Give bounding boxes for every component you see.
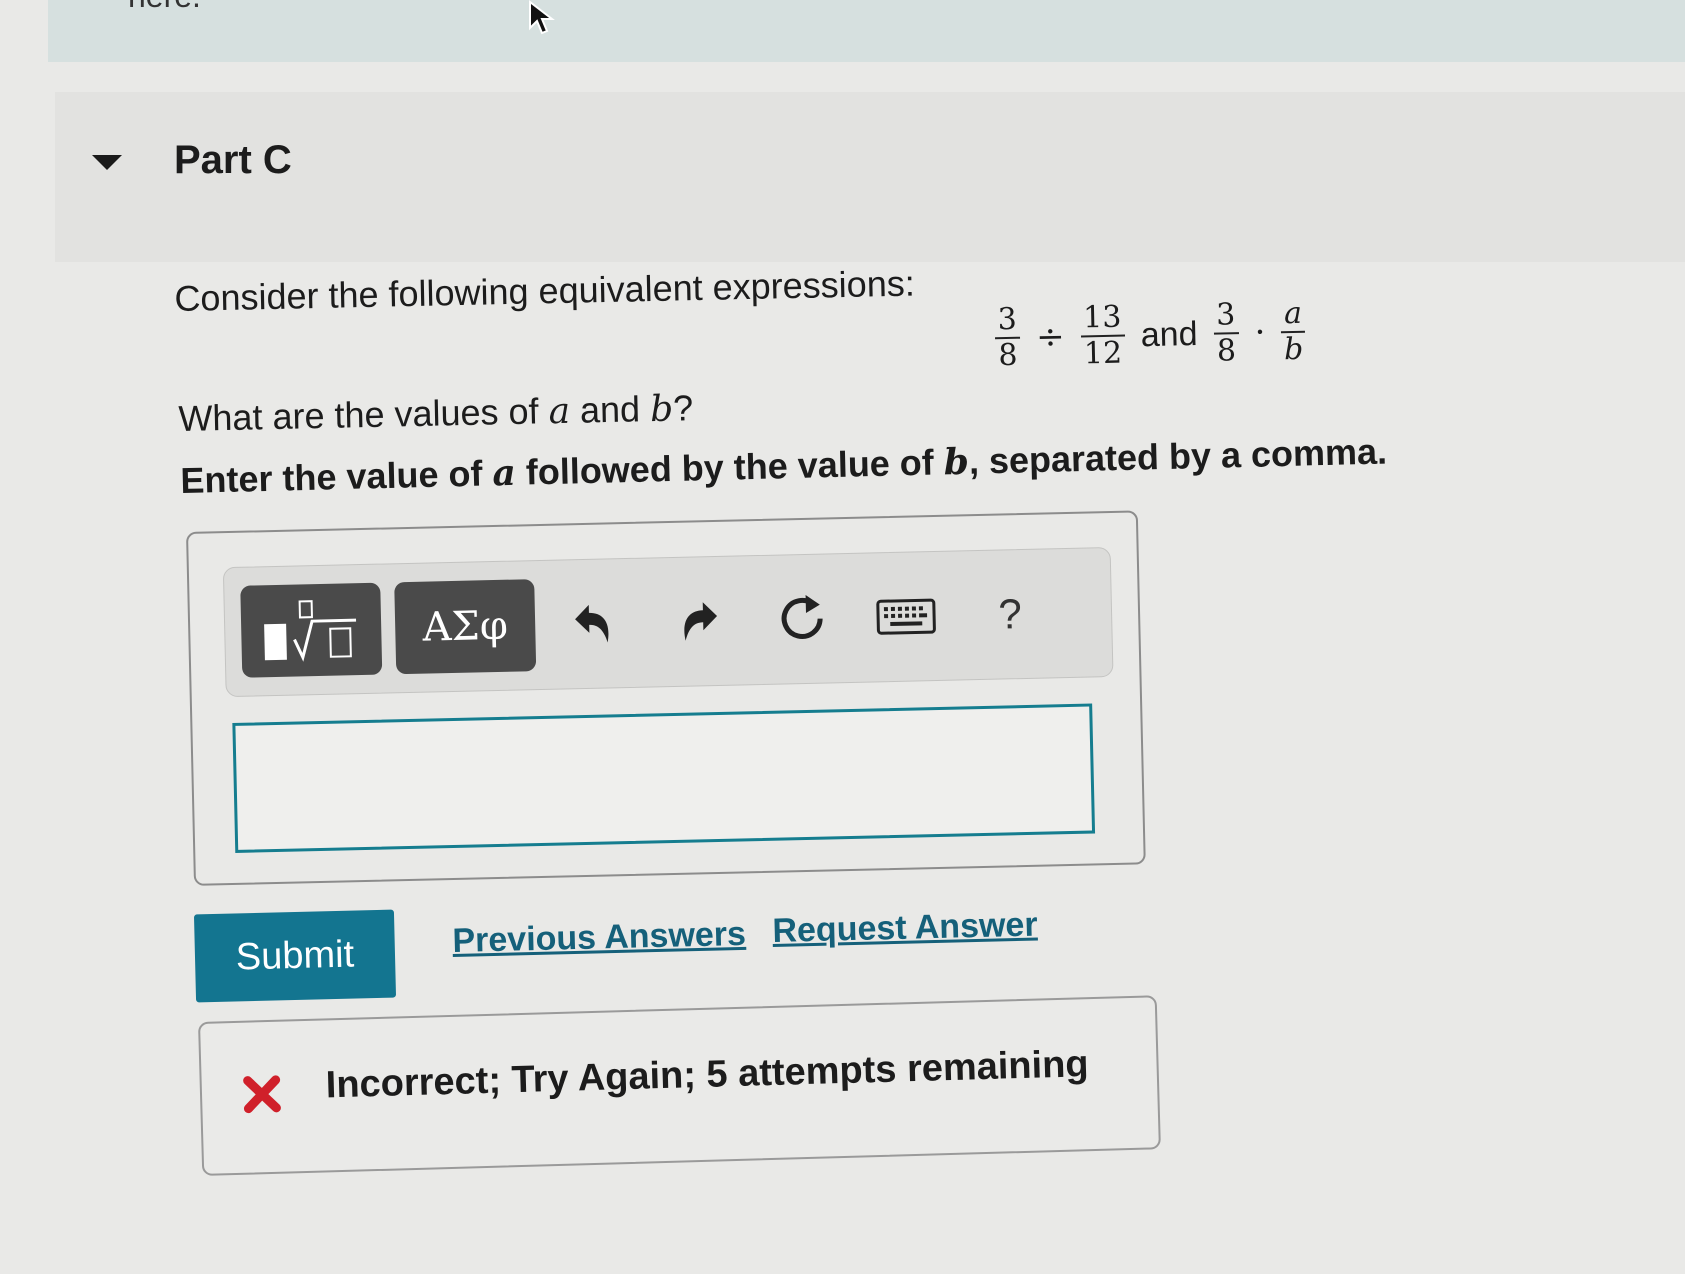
part-title[interactable]: Part C <box>174 138 292 183</box>
redo-icon <box>684 602 718 641</box>
conjunction: and <box>1140 314 1198 354</box>
undo-icon <box>575 604 609 643</box>
mouse-cursor-icon <box>529 0 555 35</box>
answer-panel: ΑΣφ ? <box>186 510 1146 886</box>
help-button[interactable]: ? <box>964 568 1056 660</box>
help-icon: ? <box>997 590 1023 638</box>
feedback-panel: Incorrect; Try Again; 5 attempts remaini… <box>198 995 1161 1176</box>
math-toolbar: ΑΣφ ? <box>222 547 1114 698</box>
fraction-a-b: a b <box>1280 296 1306 367</box>
keyboard-button[interactable] <box>860 571 952 663</box>
fraction-3-8-second: 3 8 <box>1212 297 1240 369</box>
part-header[interactable] <box>55 92 1685 262</box>
greek-symbols-button[interactable]: ΑΣφ <box>394 579 537 675</box>
fraction-13-12: 13 12 <box>1079 300 1126 372</box>
collapse-caret-icon[interactable] <box>92 155 122 170</box>
reset-icon <box>781 594 823 639</box>
answer-input[interactable] <box>232 703 1096 853</box>
previous-part-banner: here. <box>48 0 1685 62</box>
request-answer-link[interactable]: Request Answer <box>772 906 1038 951</box>
reset-button[interactable] <box>756 573 848 665</box>
feedback-message: Incorrect; Try Again; 5 attempts remaini… <box>325 1043 1090 1107</box>
banner-text-fragment: here. <box>128 0 201 15</box>
answer-instruction: Enter the value of a followed by the val… <box>180 430 1388 501</box>
submit-button[interactable]: Submit <box>193 909 397 1003</box>
question-text: What are the values of a and b? <box>178 387 694 439</box>
previous-answers-link[interactable]: Previous Answers <box>452 915 746 961</box>
incorrect-x-icon <box>243 1075 281 1114</box>
multiply-operator: · <box>1254 312 1266 353</box>
undo-button[interactable] <box>548 578 640 670</box>
fraction-3-8: 3 8 <box>994 302 1021 374</box>
templates-button[interactable] <box>240 582 383 678</box>
divide-operator: ÷ <box>1035 316 1066 358</box>
fraction-root-template-icon <box>264 600 357 662</box>
redo-button[interactable] <box>652 575 744 667</box>
keyboard-icon <box>876 598 936 635</box>
math-expression: 3 8 ÷ 13 12 and 3 8 · a b <box>994 296 1306 374</box>
problem-prompt: Consider the following equivalent expres… <box>174 262 916 319</box>
